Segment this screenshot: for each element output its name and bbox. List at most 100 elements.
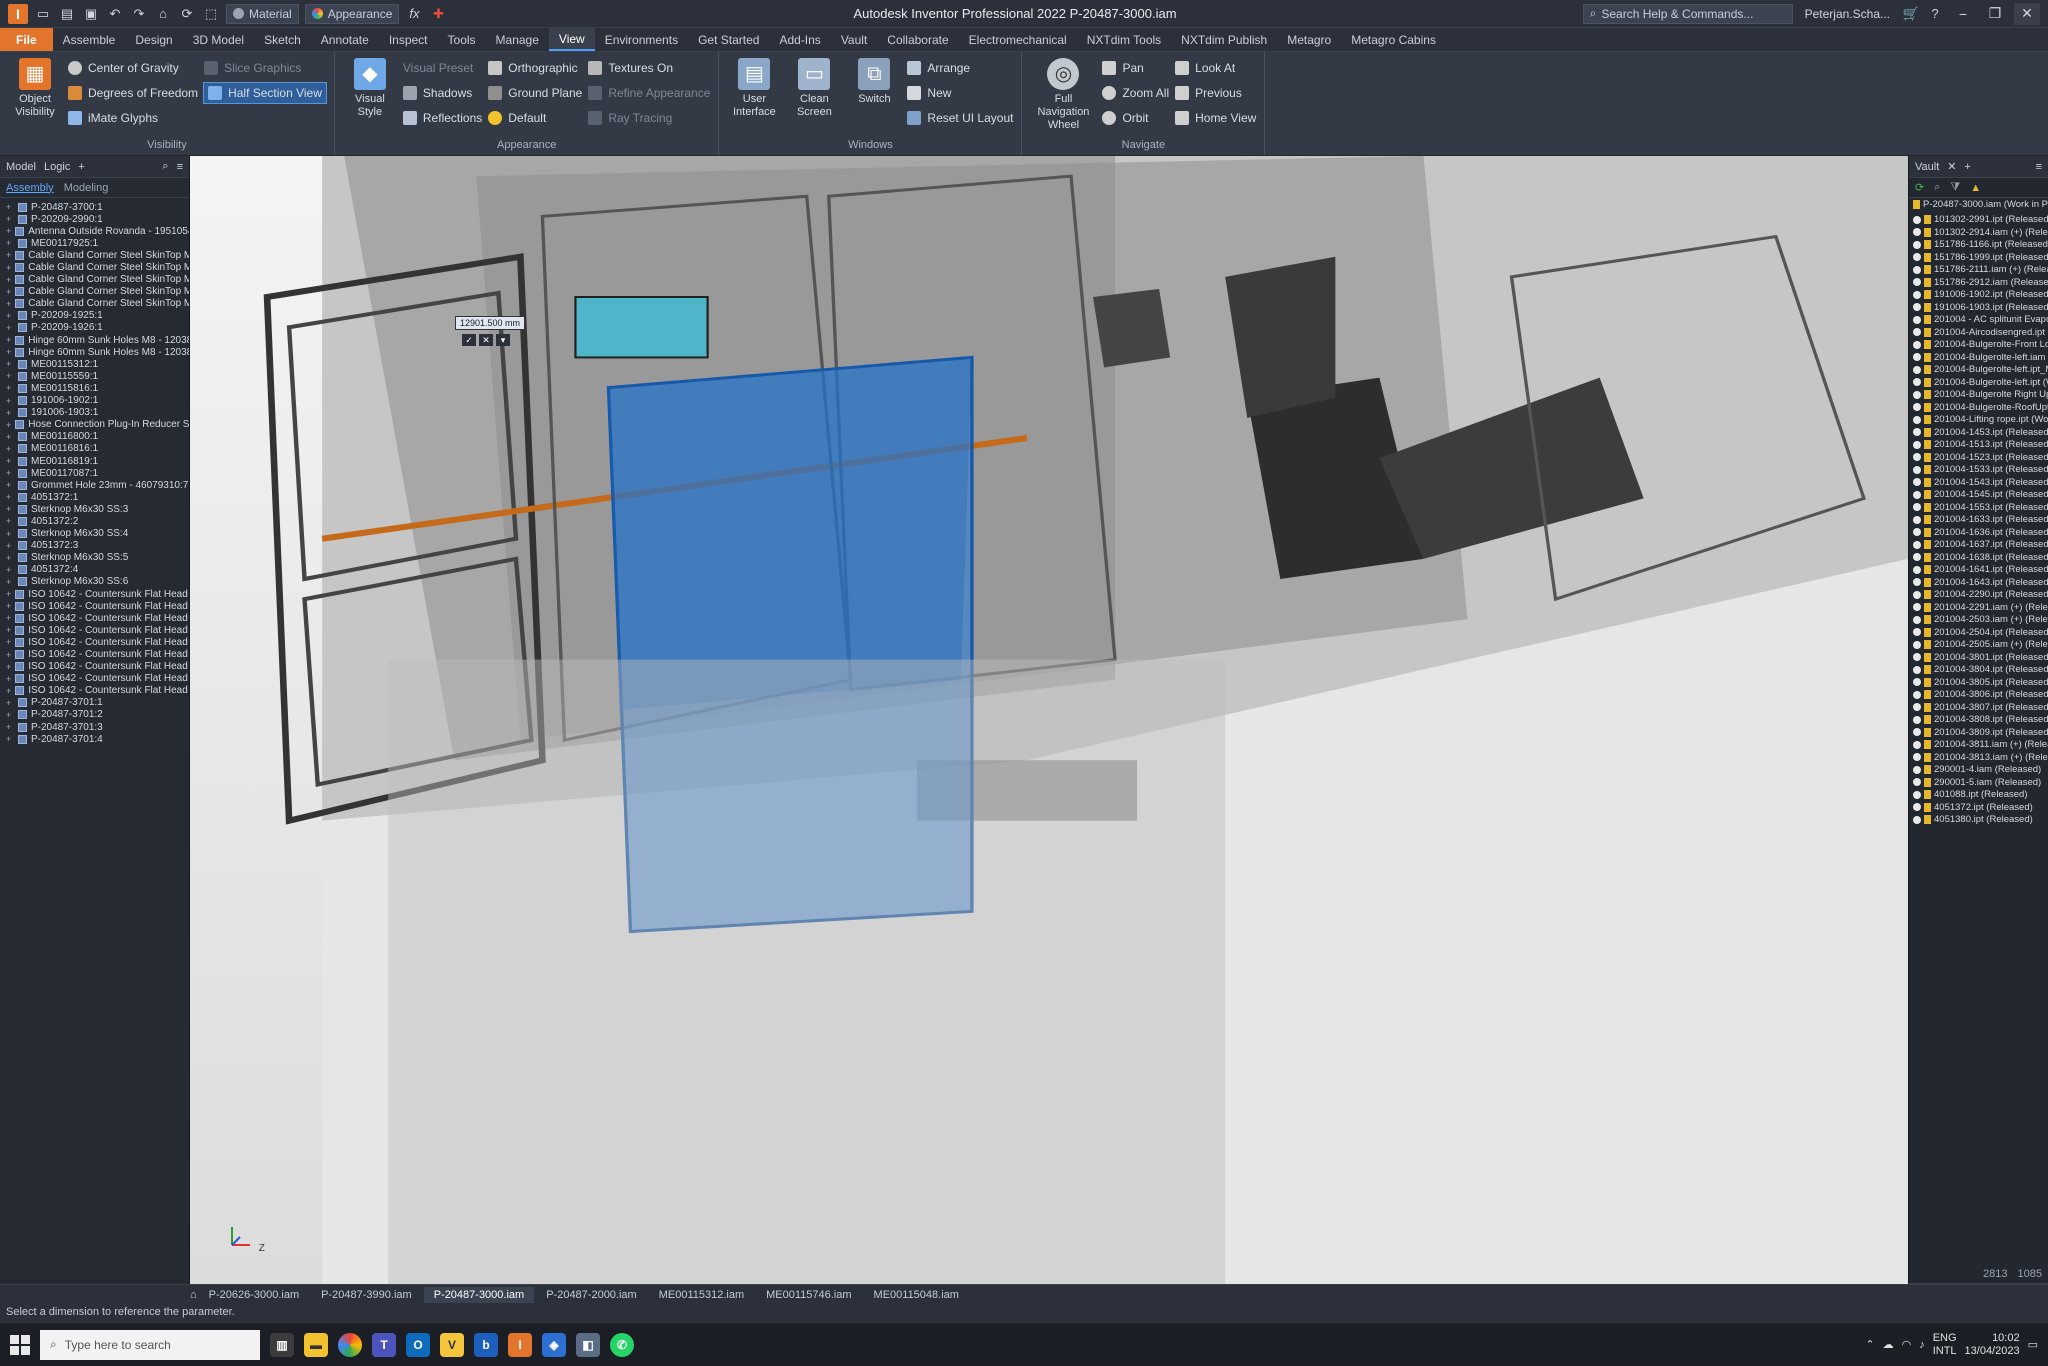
whatsapp-icon[interactable]: ✆ [610,1332,634,1357]
chrome-icon[interactable] [338,1332,362,1357]
tab-get-started[interactable]: Get Started [688,28,769,51]
help-search-input[interactable]: ⌕ Search Help & Commands... [1582,3,1793,24]
vault-tree-item[interactable]: 201004-3813.iam (+) (Released) [1909,751,2048,764]
vault-tree-item[interactable]: 201004-Bulgerolte-Front Low.ipt (Work in [1909,339,2048,352]
browser-tree-item[interactable]: + Cable Gland Corner Steel SkinTop M25x1,… [0,274,189,286]
home-view-button[interactable]: Home View [1175,108,1256,128]
browser-tree-item[interactable]: + P-20487-3701:2 [0,709,189,721]
tab-vault[interactable]: Vault [831,28,877,51]
browser-tree-item[interactable]: + ME00115816:1 [0,382,189,394]
degrees-of-freedom-button[interactable]: Degrees of Freedom [68,83,198,103]
expand-icon[interactable]: + [6,613,11,623]
material-dropdown[interactable]: Material [226,3,299,24]
tab-tools[interactable]: Tools [438,28,486,51]
volume-icon[interactable]: ♪ [1919,1339,1925,1351]
vault-tree-item[interactable]: 201004-3806.ipt (Released) [1909,689,2048,702]
browser-tree-item[interactable]: + Hinge 60mm Sunk Holes M8 - 1203811:1 [0,334,189,346]
select-icon[interactable]: ⬚ [202,5,220,23]
browser-tree-item[interactable]: + ISO 10642 - Countersunk Flat Head Screw… [0,612,189,624]
expand-icon[interactable]: + [6,408,14,418]
vault-tree-item[interactable]: 201004-3811.iam (+) (Released) [1909,739,2048,752]
expand-icon[interactable]: + [6,202,14,212]
browser-tree-item[interactable]: + ISO 10642 - Countersunk Flat Head Screw… [0,588,189,600]
expand-icon[interactable]: + [6,214,14,224]
document-tab[interactable]: P-20487-3990.iam [311,1287,422,1303]
vault-root-item[interactable]: P-20487-3000.iam (Work in Progress) [1909,198,2048,211]
vault-tree-item[interactable]: 201004-3805.ipt (Released) [1909,676,2048,689]
clean-screen-button[interactable]: ▭ Clean Screen [787,58,841,139]
pan-button[interactable]: Pan [1102,58,1169,78]
browser-tree-item[interactable]: + ME00116800:1 [0,431,189,443]
browser-tree-item[interactable]: + Cable Gland Corner Steel SkinTop M25x1,… [0,286,189,298]
appearance-dropdown[interactable]: Appearance [304,3,400,24]
vault-tree-item[interactable]: 401088.ipt (Released) [1909,789,2048,802]
look-at-button[interactable]: Look At [1175,58,1256,78]
add-icon[interactable]: ✚ [429,5,447,23]
expand-icon[interactable]: + [6,226,11,236]
vault-tree-item[interactable]: 151786-2111.iam (+) (Released) [1909,264,2048,277]
cloud-icon[interactable]: ☁ [1883,1338,1894,1351]
browser-tree-item[interactable]: +4051372:1 [0,491,189,503]
clock[interactable]: 10:02 13/04/2023 [1965,1332,2020,1358]
tab-3d-model[interactable]: 3D Model [183,28,254,51]
browser-tree-item[interactable]: + ISO 10642 - Countersunk Flat Head Screw… [0,685,189,697]
browser-tree-item[interactable]: + Sterknop M6x30 SS:6 [0,576,189,588]
vault-tree-item[interactable]: 201004-1637.ipt (Released) [1909,539,2048,552]
vault-tree-item[interactable]: 201004-2503.iam (+) (Released) [1909,614,2048,627]
expand-icon[interactable]: + [6,323,14,333]
browser-tree-item[interactable]: +4051372:3 [0,540,189,552]
vault-tree-item[interactable]: 201004-Bulgerolte-RoofUpt (Work in Prog [1909,401,2048,414]
expand-icon[interactable]: + [6,734,14,744]
expand-icon[interactable]: + [6,335,11,345]
browser-tree-item[interactable]: + Hinge 60mm Sunk Holes M8 - 1203811:2 [0,346,189,358]
bing-icon[interactable]: b [474,1332,498,1357]
vault-tree-item[interactable]: 201004-Bulgerolte-left.ipt_MIR_(2) (Work [1909,364,2048,377]
vault-menu-icon[interactable]: ≡ [2036,161,2042,173]
vault-tree-item[interactable]: 201004-Bulgerolte-left.ipt (Work in Pro [1909,376,2048,389]
expand-icon[interactable]: + [6,516,14,526]
browser-tree-item[interactable]: +4051372:4 [0,564,189,576]
browser-tab-model[interactable]: Model [6,161,36,173]
tab-assemble[interactable]: Assemble [53,28,126,51]
expand-icon[interactable]: + [6,299,11,309]
fx-icon[interactable]: fx [405,5,423,23]
new-file-icon[interactable]: ▭ [34,5,52,23]
tab-add-ins[interactable]: Add-Ins [769,28,830,51]
expand-icon[interactable]: + [6,371,14,381]
vault-tree-item[interactable]: 151786-1166.ipt (Released) [1909,239,2048,252]
windows-start-icon[interactable] [10,1334,30,1355]
tab-metagro[interactable]: Metagro [1277,28,1341,51]
vault-tree-item[interactable]: 101302-2991.ipt (Released) [1909,214,2048,227]
document-tab[interactable]: P-20626-3000.iam [199,1287,310,1303]
browser-tree-item[interactable]: + ISO 10642 - Countersunk Flat Head Screw… [0,624,189,636]
vault-tree-item[interactable]: 201004-2290.ipt (Released) [1909,589,2048,602]
vault-refresh-icon[interactable]: ⟳ [1915,181,1924,194]
expand-icon[interactable]: + [6,432,14,442]
browser-tree-item[interactable]: + ME00116819:1 [0,455,189,467]
expand-icon[interactable]: + [6,359,14,369]
orthographic-button[interactable]: Orthographic [488,58,582,78]
vault-tree-item[interactable]: 201004-Bulgerolte Right Up.ipt (Work in … [1909,389,2048,402]
expand-icon[interactable]: + [6,250,11,260]
cancel-icon[interactable]: ✕ [479,334,493,346]
browser-tree-item[interactable]: +191006-1902:1 [0,395,189,407]
minimize-button[interactable]: − [1950,3,1976,25]
expand-icon[interactable]: + [6,637,11,647]
vault-tree-item[interactable]: 201004-1553.ipt (Released) [1909,501,2048,514]
tab-view[interactable]: View [548,28,595,51]
vault-tree-item[interactable]: 4051380.ipt (Released) [1909,814,2048,827]
tab-nxtdim-tools[interactable]: NXTdim Tools [1077,28,1171,51]
browser-tree-item[interactable]: + P-20487-3701:1 [0,697,189,709]
add-browser-tab-icon[interactable]: + [78,161,84,173]
browser-tree-item[interactable]: + ME00117087:1 [0,467,189,479]
browser-tree-item[interactable]: + P-20487-3700:1 [0,201,189,213]
browser-view-assembly[interactable]: Assembly [6,182,54,194]
browser-tree-item[interactable]: + Sterknop M6x30 SS:4 [0,528,189,540]
redo-icon[interactable]: ↷ [130,5,148,23]
refine-appearance-button[interactable]: Refine Appearance [588,83,710,103]
expand-icon[interactable]: + [6,480,14,490]
tab-manage[interactable]: Manage [486,28,549,51]
meeting-app-icon[interactable]: ◧ [576,1332,600,1357]
tab-collaborate[interactable]: Collaborate [877,28,958,51]
vault-tree-item[interactable]: 4051372.ipt (Released) [1909,801,2048,814]
